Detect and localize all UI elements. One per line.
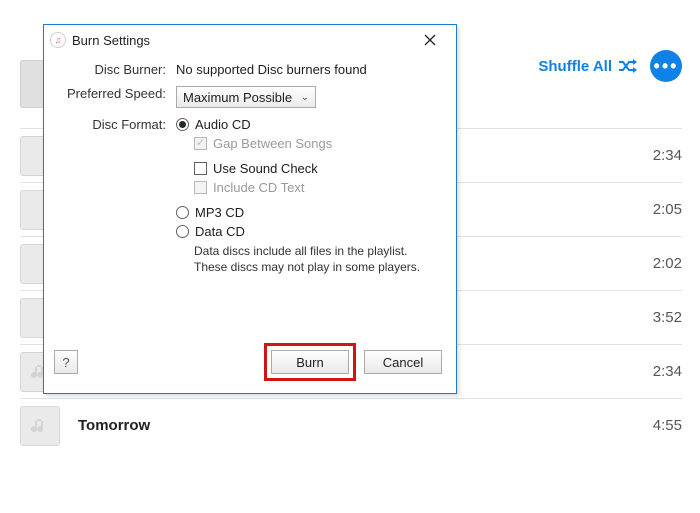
cancel-button[interactable]: Cancel [364, 350, 442, 374]
data-cd-radio[interactable]: Data CD [176, 224, 440, 239]
close-icon [424, 34, 436, 46]
shuffle-all-button[interactable]: Shuffle All [538, 58, 638, 75]
audio-cd-radio[interactable]: Audio CD [176, 117, 440, 132]
mp3-cd-label: MP3 CD [195, 205, 244, 220]
track-art-placeholder [20, 406, 60, 446]
sound-check-label: Use Sound Check [213, 161, 318, 176]
burn-button[interactable]: Burn [271, 350, 349, 374]
gap-between-songs-checkbox: ✓ Gap Between Songs [194, 136, 440, 151]
disc-format-label: Disc Format: [56, 114, 176, 132]
audio-cd-label: Audio CD [195, 117, 251, 132]
disc-burner-label: Disc Burner: [56, 59, 176, 77]
preferred-speed-select[interactable]: Maximum Possible ⌄ [176, 86, 316, 108]
track-duration: 2:34 [653, 147, 682, 164]
track-duration: 3:52 [653, 309, 682, 326]
preferred-speed-label: Preferred Speed: [56, 83, 176, 101]
help-icon: ? [62, 355, 69, 370]
burn-settings-dialog: ♫ Burn Settings Disc Burner: No supporte… [43, 24, 457, 394]
more-options-button[interactable]: ••• [650, 50, 682, 82]
checkbox-icon [194, 181, 207, 194]
radio-icon [176, 206, 189, 219]
shuffle-icon [618, 58, 638, 74]
track-duration: 2:05 [653, 201, 682, 218]
preferred-speed-value: Maximum Possible [183, 90, 292, 105]
track-duration: 2:02 [653, 255, 682, 272]
help-button[interactable]: ? [54, 350, 78, 374]
include-cd-text-checkbox: Include CD Text [194, 180, 440, 195]
checkbox-icon: ✓ [194, 137, 207, 150]
ellipsis-icon: ••• [654, 56, 679, 77]
radio-icon [176, 225, 189, 238]
radio-icon [176, 118, 189, 131]
disc-burner-value: No supported Disc burners found [176, 59, 440, 77]
dialog-title: Burn Settings [72, 33, 410, 48]
checkbox-icon [194, 162, 207, 175]
cd-text-label: Include CD Text [213, 180, 305, 195]
itunes-icon: ♫ [50, 32, 66, 48]
track-title: Tomorrow [78, 417, 653, 434]
gap-label: Gap Between Songs [213, 136, 332, 151]
dialog-titlebar: ♫ Burn Settings [44, 25, 456, 55]
data-cd-note: Data discs include all files in the play… [194, 243, 424, 275]
list-item[interactable]: Tomorrow 4:55 [20, 398, 682, 452]
data-cd-label: Data CD [195, 224, 245, 239]
track-duration: 4:55 [653, 417, 682, 434]
mp3-cd-radio[interactable]: MP3 CD [176, 205, 440, 220]
track-duration: 2:34 [653, 363, 682, 380]
burn-button-highlight: Burn [264, 343, 356, 381]
shuffle-all-label: Shuffle All [538, 58, 612, 75]
use-sound-check-checkbox[interactable]: Use Sound Check [194, 161, 440, 176]
chevron-down-icon: ⌄ [301, 92, 309, 103]
close-button[interactable] [410, 26, 450, 54]
